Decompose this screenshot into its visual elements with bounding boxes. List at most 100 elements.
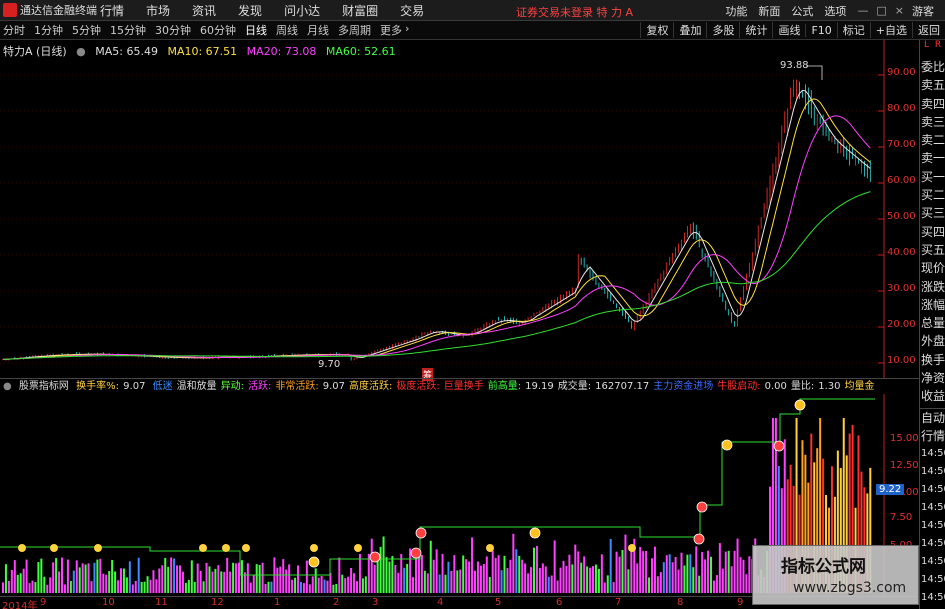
turnover-bar — [276, 567, 279, 593]
sidebar-item-turnover[interactable]: 换手 — [920, 351, 945, 369]
turnover-bar — [689, 554, 692, 593]
turnover-bar — [639, 546, 642, 593]
turnover-bar — [482, 563, 485, 593]
sidebar-item-auto[interactable]: 自动 — [920, 409, 945, 427]
sidebar-item-buy2[interactable]: 买二 — [920, 186, 945, 204]
turnover-bar — [594, 564, 597, 593]
turnover-bar — [580, 562, 583, 593]
sidebar-item-sell4[interactable]: 卖四 — [920, 95, 945, 113]
sidebar-item-quote[interactable]: 行情 — [920, 427, 945, 445]
hand-marker-icon — [199, 544, 207, 552]
turnover-bar — [314, 568, 317, 593]
turnover-bar — [297, 565, 299, 593]
turnover-bar — [701, 552, 704, 593]
turnover-bar — [391, 555, 394, 593]
turnover-bar — [394, 565, 397, 593]
turnover-bar — [612, 582, 615, 593]
turnover-bar — [96, 559, 99, 593]
sidebar-item-buy4[interactable]: 买四 — [920, 223, 945, 241]
signal-marker-icon — [693, 533, 705, 545]
turnover-bar — [745, 574, 748, 593]
sidebar-item-sell3[interactable]: 卖三 — [920, 113, 945, 131]
turnover-bar — [435, 549, 438, 593]
indicator-legend-item: 前高量: — [487, 381, 522, 392]
turnover-bar — [347, 576, 350, 593]
indicator-legend-item: 活跃: — [248, 381, 272, 392]
sidebar-item-earnings[interactable]: 收益 — [920, 387, 945, 405]
sidebar-l: L — [924, 40, 930, 50]
turnover-bar — [680, 552, 683, 593]
turnover-bar — [93, 562, 96, 593]
turnover-bar — [730, 566, 733, 593]
sidebar-item-net-asset[interactable]: 净资 — [920, 369, 945, 387]
turnover-bar — [105, 574, 108, 593]
turnover-bar — [450, 570, 453, 593]
date-tick: 1 — [274, 597, 281, 608]
turnover-bar — [627, 569, 630, 593]
indicator-name[interactable]: 股票指标网 — [19, 381, 69, 392]
turnover-bar — [506, 568, 509, 593]
turnover-bar — [465, 559, 468, 593]
turnover-bar — [533, 547, 535, 593]
sidebar-item-outer[interactable]: 外盘 — [920, 332, 945, 350]
turnover-bar — [264, 583, 267, 593]
turnover-bar — [120, 568, 122, 593]
price-tick: 80.00 — [887, 103, 916, 114]
turnover-bar — [742, 559, 745, 593]
turnover-bar — [320, 576, 323, 593]
turnover-bar — [16, 574, 19, 593]
settings-icon[interactable]: ● — [76, 45, 86, 58]
turnover-bar — [438, 574, 441, 593]
turnover-bar — [338, 557, 341, 593]
turnover-bar — [420, 554, 423, 593]
turnover-bar — [406, 563, 409, 593]
hand-marker-icon — [94, 544, 102, 552]
indicator-legend-item: 低迷 — [152, 381, 173, 392]
turnover-bar — [291, 579, 294, 593]
indicator-legend-item: 1.30 — [818, 381, 841, 392]
sidebar-item-sell2[interactable]: 卖二 — [920, 131, 945, 149]
sidebar-item-weibi[interactable]: 委比 — [920, 58, 945, 76]
turnover-bar — [544, 566, 547, 593]
sidebar-item-change[interactable]: 涨跌 — [920, 278, 945, 296]
time-cell: 14:50 — [921, 448, 945, 460]
sidebar-item-buy5[interactable]: 买五 — [920, 241, 945, 259]
previous-high-line — [0, 398, 875, 576]
turnover-bar — [358, 553, 361, 593]
sidebar-item-volume[interactable]: 总量 — [920, 314, 945, 332]
turnover-bar — [232, 562, 235, 593]
turnover-bar — [143, 581, 146, 593]
turnover-bar — [19, 573, 22, 593]
turnover-bar — [344, 578, 347, 593]
sidebar-item-sell1[interactable]: 卖一 — [920, 149, 945, 167]
stock-name[interactable]: 特力A — [3, 45, 33, 58]
right-sidebar: L R 委比 卖五 卖四 卖三 卖二 卖一 买一 买二 买三 买四 买五 现价 … — [919, 40, 945, 609]
indicator-legend-item: 非常活跃: — [275, 381, 319, 392]
ma5-line — [2, 89, 871, 360]
indicator-settings-icon[interactable]: ● — [3, 381, 12, 392]
turnover-bar — [13, 560, 16, 593]
turnover-bar — [624, 534, 627, 593]
turnover-bar — [58, 571, 61, 593]
turnover-bar — [370, 538, 373, 593]
sidebar-item-buy3[interactable]: 买三 — [920, 204, 945, 222]
turnover-bar — [530, 567, 533, 593]
turnover-bar — [364, 576, 367, 593]
turnover-bar — [4, 564, 7, 593]
sidebar-item-buy1[interactable]: 买一 — [920, 168, 945, 186]
sidebar-item-price[interactable]: 现价 — [920, 259, 945, 277]
turnover-bar — [214, 568, 217, 593]
sidebar-item-change-pct[interactable]: 涨幅 — [920, 296, 945, 314]
turnover-bar — [152, 570, 155, 593]
turnover-bar — [379, 546, 382, 593]
turnover-bar — [615, 551, 618, 593]
turnover-bar — [524, 563, 527, 593]
sidebar-lr-toggle[interactable]: L R — [920, 40, 945, 58]
indicator-legend: 低迷 温和放量 异动: 活跃: 非常活跃: 9.07 高度活跃: 极度活跃: 巨量换手 前高量: 1… — [153, 381, 879, 392]
kline-chart[interactable] — [0, 0, 919, 609]
signal-marker-icon — [369, 551, 381, 563]
hand-marker-icon — [242, 544, 250, 552]
turnover-bar — [636, 563, 639, 593]
sidebar-item-sell5[interactable]: 卖五 — [920, 76, 945, 94]
turnover-bar — [255, 564, 258, 593]
